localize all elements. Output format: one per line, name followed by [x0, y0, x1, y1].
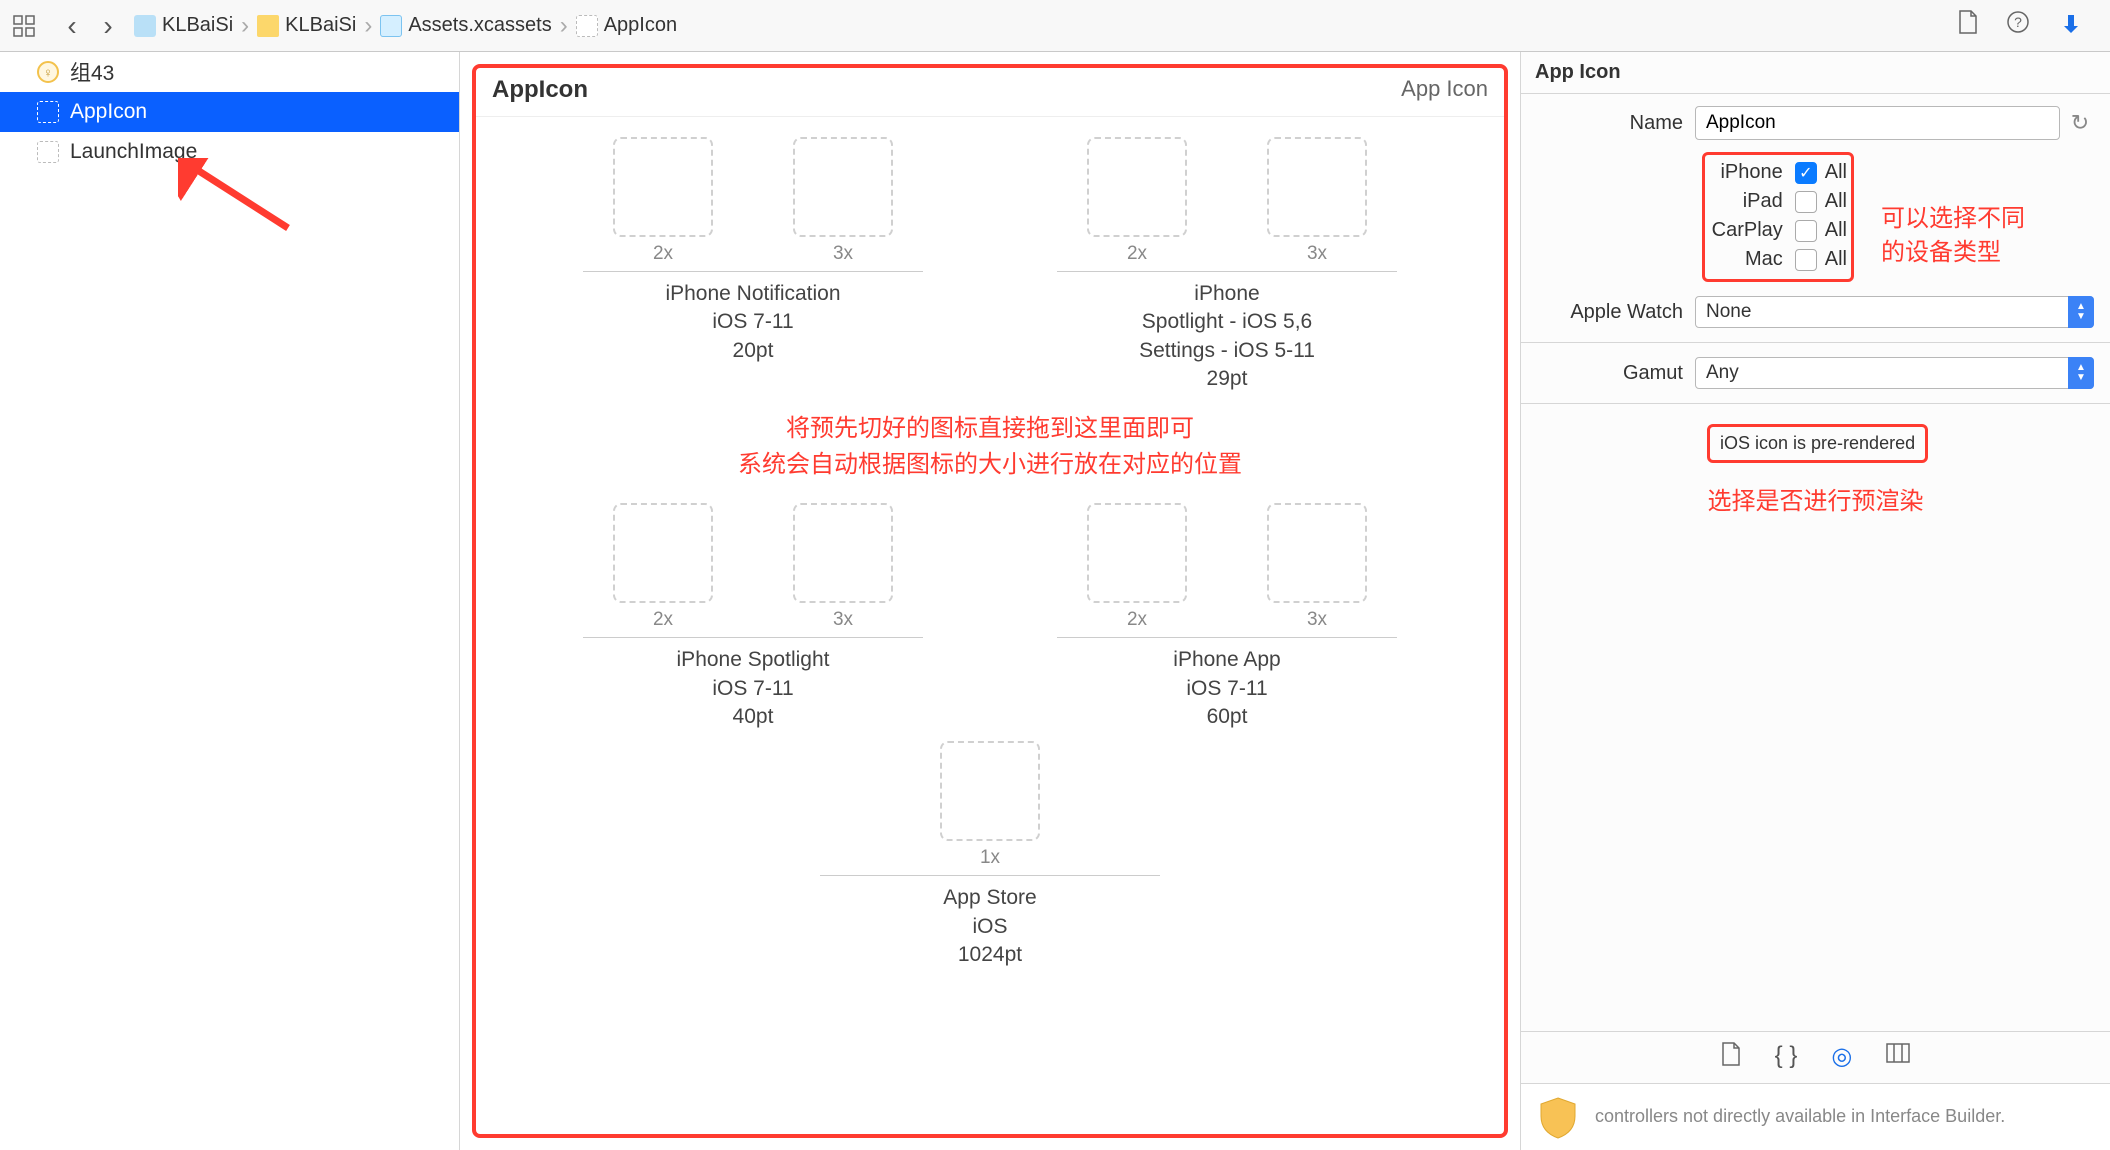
icon-slot[interactable]	[613, 137, 713, 237]
sidebar-item[interactable]: AppIcon	[0, 92, 459, 132]
slot-caption: iPhone SpotlightiOS 7-1140pt	[677, 646, 830, 731]
sidebar-item[interactable]: ♀组43	[0, 52, 459, 92]
name-input[interactable]	[1695, 106, 2060, 140]
icon-slot-group: 1x App StoreiOS1024pt	[820, 741, 1160, 969]
footer-library-icon[interactable]	[1886, 1042, 1910, 1073]
prerender-checkbox-group: iOS icon is pre-rendered	[1707, 424, 1928, 463]
device-checkbox[interactable]	[1795, 220, 1817, 242]
slot-scale-label: 3x	[1307, 243, 1327, 265]
device-checkbox[interactable]	[1795, 191, 1817, 213]
icon-slot[interactable]	[940, 741, 1040, 841]
footer-target-icon[interactable]: ◎	[1831, 1042, 1852, 1073]
prerender-label: iOS icon is pre-rendered	[1720, 433, 1915, 454]
appicon-canvas: AppIcon App Icon 2x 3x iPhone Notification…	[472, 64, 1508, 1138]
apple-watch-label: Apple Watch	[1537, 301, 1695, 324]
svg-text:?: ?	[2014, 14, 2022, 30]
slot-caption: iPhone NotificationiOS 7-1120pt	[665, 280, 840, 365]
icon-slot[interactable]	[1267, 503, 1367, 603]
breadcrumb-item[interactable]: KLBaiSi	[134, 14, 233, 37]
slot-caption: App StoreiOS1024pt	[943, 884, 1036, 969]
canvas-type-label: App Icon	[1401, 76, 1488, 104]
device-value: All	[1825, 248, 1847, 271]
breadcrumb: KLBaiSi›KLBaiSi›Assets.xcassets›AppIcon	[126, 12, 1958, 40]
slot-scale-label: 2x	[1127, 609, 1147, 631]
slot-scale-label: 3x	[1307, 609, 1327, 631]
device-label: iPad	[1709, 190, 1795, 213]
icon-slot-group: 2x 3x iPhone AppiOS 7-1160pt	[1057, 503, 1397, 731]
device-label: CarPlay	[1709, 219, 1795, 242]
device-value: All	[1825, 219, 1847, 242]
file-icon[interactable]	[1958, 10, 1978, 41]
slot-scale-label: 3x	[833, 243, 853, 265]
icon-slot[interactable]	[1087, 137, 1187, 237]
apple-watch-select[interactable]: None ▲▼	[1695, 296, 2094, 328]
device-value: All	[1825, 161, 1847, 184]
asset-list-sidebar: ♀组43AppIconLaunchImage	[0, 52, 460, 1150]
icon-slot-group: 2x 3xiPhone SpotlightiOS 7-1140pt	[583, 503, 923, 731]
breadcrumb-item[interactable]: Assets.xcassets	[380, 14, 551, 37]
icon-slot[interactable]	[1087, 503, 1187, 603]
device-checkbox[interactable]: ✓	[1795, 162, 1817, 184]
prerender-annotation: 选择是否进行预渲染	[1537, 481, 2094, 516]
canvas-title: AppIcon	[492, 76, 588, 104]
device-checkbox-group: iPhone✓ All iPad All CarPlay All Mac All	[1702, 152, 1854, 282]
slot-scale-label: 3x	[833, 609, 853, 631]
icon-slot-group: 2x 3x iPhoneSpotlight - iOS 5,6Settings - …	[1057, 137, 1397, 393]
slot-caption: iPhoneSpotlight - iOS 5,6Settings - iOS …	[1139, 280, 1315, 393]
inspector-toggle-icon[interactable]	[2058, 9, 2084, 42]
footer-help-text: controllers not directly available in In…	[1595, 1105, 2005, 1128]
related-items-icon[interactable]	[10, 12, 38, 40]
inspector-panel: App Icon Name ↻ iPhone✓ All iPad All CarPlay…	[1520, 52, 2110, 1150]
footer-file-icon[interactable]	[1721, 1042, 1741, 1073]
shield-icon	[1535, 1094, 1581, 1140]
inspector-header: App Icon	[1521, 52, 2110, 94]
slot-scale-label: 2x	[653, 609, 673, 631]
toolbar: ‹ › KLBaiSi›KLBaiSi›Assets.xcassets›AppI…	[0, 0, 2110, 52]
device-value: All	[1825, 190, 1847, 213]
help-icon[interactable]: ?	[2006, 10, 2030, 41]
breadcrumb-item[interactable]: AppIcon	[576, 14, 677, 37]
gamut-label: Gamut	[1537, 362, 1695, 385]
icon-slot[interactable]	[613, 503, 713, 603]
icon-slot-group: 2x 3x iPhone NotificationiOS 7-1120pt	[583, 137, 923, 393]
icon-slot[interactable]	[1267, 137, 1367, 237]
slot-scale-label: 2x	[1127, 243, 1147, 265]
slot-caption: iPhone AppiOS 7-1160pt	[1173, 646, 1280, 731]
gamut-select[interactable]: Any ▲▼	[1695, 357, 2094, 389]
icon-slot[interactable]	[793, 503, 893, 603]
footer-braces-icon[interactable]: { }	[1775, 1042, 1798, 1073]
nav-forward-icon[interactable]: ›	[90, 8, 126, 44]
nav-back-icon[interactable]: ‹	[54, 8, 90, 44]
device-label: Mac	[1709, 248, 1795, 271]
refresh-icon[interactable]: ↻	[2066, 110, 2094, 136]
sidebar-item[interactable]: LaunchImage	[0, 132, 459, 172]
slot-scale-label: 2x	[653, 243, 673, 265]
device-annotation: 可以选择不同 的设备类型	[1881, 202, 2025, 269]
device-checkbox[interactable]	[1795, 249, 1817, 271]
device-label: iPhone	[1709, 161, 1795, 184]
breadcrumb-item[interactable]: KLBaiSi	[257, 14, 356, 37]
canvas-annotation: 将预先切好的图标直接拖到这里面即可 系统会自动根据图标的大小进行放在对应的位置	[516, 411, 1464, 483]
name-label: Name	[1537, 112, 1695, 135]
slot-scale-label: 1x	[980, 847, 1000, 869]
icon-slot[interactable]	[793, 137, 893, 237]
